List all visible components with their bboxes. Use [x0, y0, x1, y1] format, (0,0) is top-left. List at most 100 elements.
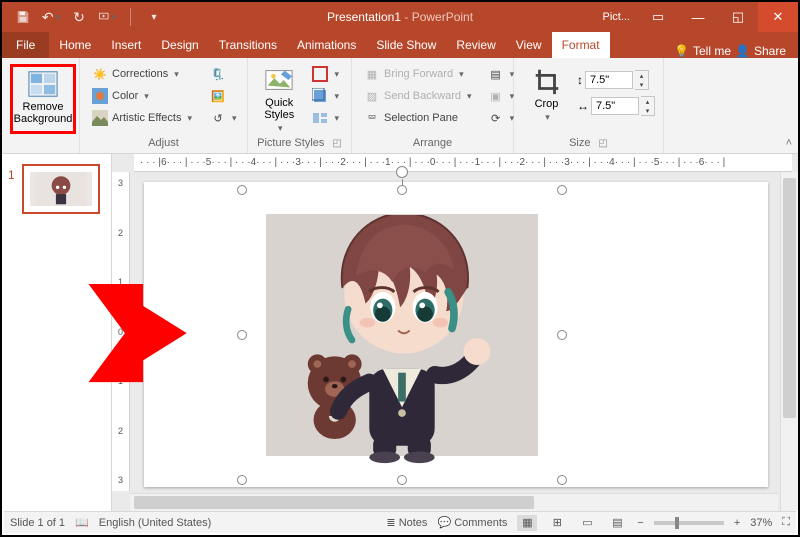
picstyles-launcher[interactable]: ◰: [328, 138, 341, 149]
bring-forward-button[interactable]: ▦Bring Forward▾: [360, 64, 476, 84]
remove-background-button[interactable]: Remove Background: [10, 64, 76, 134]
height-spinner[interactable]: ▴▾: [635, 70, 649, 90]
height-input[interactable]: 7.5": [585, 71, 633, 89]
tab-design[interactable]: Design: [151, 32, 208, 58]
language-status[interactable]: English (United States): [99, 517, 212, 529]
slide-thumbnail-1[interactable]: 1: [8, 164, 105, 214]
sorter-view-icon[interactable]: ⊞: [547, 515, 567, 531]
tell-me-button[interactable]: 💡Tell me: [674, 44, 731, 58]
normal-view-icon[interactable]: ▦: [517, 515, 537, 531]
resize-handle-tl[interactable]: [237, 185, 247, 195]
align-button[interactable]: ▤▾: [484, 64, 519, 84]
tab-transitions[interactable]: Transitions: [209, 32, 287, 58]
artistic-icon: [92, 110, 108, 126]
undo-icon[interactable]: ↶▾: [42, 8, 60, 26]
send-backward-icon: ▨: [364, 88, 380, 104]
slide-thumbnails-pane: 1: [2, 154, 112, 511]
resize-handle-tm[interactable]: [397, 185, 407, 195]
thumb-number: 1: [8, 164, 18, 182]
corrections-button[interactable]: ☀️Corrections▾: [88, 64, 196, 84]
send-backward-button[interactable]: ▨Send Backward▾: [360, 86, 476, 106]
ribbon-options-icon[interactable]: ▭: [638, 2, 678, 32]
customize-qat-icon[interactable]: ▾: [145, 8, 163, 26]
slide-count[interactable]: Slide 1 of 1: [10, 517, 65, 529]
tab-insert[interactable]: Insert: [101, 32, 151, 58]
tab-format[interactable]: Format: [552, 32, 610, 58]
minimize-button[interactable]: —: [678, 2, 718, 32]
vertical-scrollbar[interactable]: [780, 172, 798, 511]
align-icon: ▤: [488, 66, 504, 82]
crop-icon: [531, 66, 563, 96]
slide-canvas[interactable]: [144, 182, 768, 487]
group-icon: ▣: [488, 88, 504, 104]
effects-icon: [312, 88, 328, 104]
group-size-label: Size: [569, 137, 590, 149]
crop-button[interactable]: Crop▾: [522, 64, 571, 134]
group-arrange-label: Arrange: [360, 135, 505, 151]
border-icon: [312, 66, 328, 82]
resize-handle-ml[interactable]: [237, 330, 247, 340]
color-button[interactable]: Color▾: [88, 86, 196, 106]
spellcheck-icon[interactable]: 📖: [75, 516, 89, 529]
comments-button[interactable]: 💬 Comments: [437, 516, 507, 529]
zoom-in-button[interactable]: +: [734, 517, 740, 529]
group-adjust-label: Adjust: [88, 135, 239, 151]
bring-forward-icon: ▦: [364, 66, 380, 82]
zoom-out-button[interactable]: −: [637, 517, 643, 529]
resize-handle-bm[interactable]: [397, 475, 407, 485]
resize-handle-bl[interactable]: [237, 475, 247, 485]
collapse-ribbon-icon[interactable]: ˄: [786, 137, 792, 149]
width-input[interactable]: 7.5": [591, 97, 639, 115]
picture-content: [277, 215, 527, 465]
crop-label: Crop: [535, 98, 559, 110]
selection-pane-button[interactable]: ⮹Selection Pane: [360, 108, 476, 128]
share-button[interactable]: 👤Share: [735, 44, 786, 58]
tab-slideshow[interactable]: Slide Show: [366, 32, 446, 58]
slide-editor: · · · |6· · · | · · ·5· · · | · · ·4· · …: [112, 154, 798, 511]
restore-button[interactable]: ◱: [718, 2, 758, 32]
fit-to-window-icon[interactable]: ⛶: [782, 516, 790, 529]
size-launcher[interactable]: ◰: [594, 138, 607, 149]
change-picture-button[interactable]: 🖼️: [206, 86, 241, 106]
redo-icon[interactable]: ↻: [70, 8, 88, 26]
reset-picture-button[interactable]: ↺▾: [206, 108, 241, 128]
picture-border-button[interactable]: ▾: [308, 64, 343, 84]
status-bar: Slide 1 of 1 📖 English (United States) ≣…: [4, 511, 796, 533]
doc-title: Presentation1: [327, 10, 401, 24]
color-icon: [92, 88, 108, 104]
rotate-handle[interactable]: [396, 166, 408, 178]
rotate-icon: ⟳: [488, 110, 504, 126]
resize-handle-mr[interactable]: [557, 330, 567, 340]
zoom-slider[interactable]: [654, 521, 724, 525]
group-button[interactable]: ▣▾: [484, 86, 519, 106]
change-picture-icon: 🖼️: [210, 88, 226, 104]
remove-background-icon: [27, 69, 59, 99]
tab-home[interactable]: Home: [49, 32, 101, 58]
horizontal-scrollbar[interactable]: [130, 493, 778, 511]
picture-layout-button[interactable]: ▾: [308, 108, 343, 128]
rotate-button[interactable]: ⟳▾: [484, 108, 519, 128]
artistic-effects-button[interactable]: Artistic Effects▾: [88, 108, 196, 128]
quick-styles-button[interactable]: Quick Styles ▾: [256, 64, 302, 134]
tab-animations[interactable]: Animations: [287, 32, 366, 58]
compress-icon: 🗜️: [210, 66, 226, 82]
selected-picture[interactable]: [242, 190, 562, 480]
close-button[interactable]: ✕: [758, 2, 798, 32]
tab-view[interactable]: View: [506, 32, 552, 58]
picture-effects-button[interactable]: ▾: [308, 86, 343, 106]
resize-handle-tr[interactable]: [557, 185, 567, 195]
zoom-level[interactable]: 37%: [750, 517, 772, 529]
width-spinner[interactable]: ▴▾: [641, 96, 655, 116]
notes-button[interactable]: ≣ Notes: [386, 516, 427, 529]
remove-background-label: Remove Background: [14, 101, 73, 125]
resize-handle-br[interactable]: [557, 475, 567, 485]
reading-view-icon[interactable]: ▭: [577, 515, 597, 531]
contextual-tab-title: Pict...: [594, 2, 638, 32]
slideshow-view-icon[interactable]: ▤: [607, 515, 627, 531]
title-bar: ↶▾ ↻ ▾ ▾ Presentation1 - PowerPoint Pict…: [2, 2, 798, 32]
tab-file[interactable]: File: [2, 32, 49, 58]
compress-pictures-button[interactable]: 🗜️: [206, 64, 241, 84]
tab-review[interactable]: Review: [446, 32, 505, 58]
save-icon[interactable]: [14, 8, 32, 26]
start-from-beginning-icon[interactable]: ▾: [98, 8, 116, 26]
